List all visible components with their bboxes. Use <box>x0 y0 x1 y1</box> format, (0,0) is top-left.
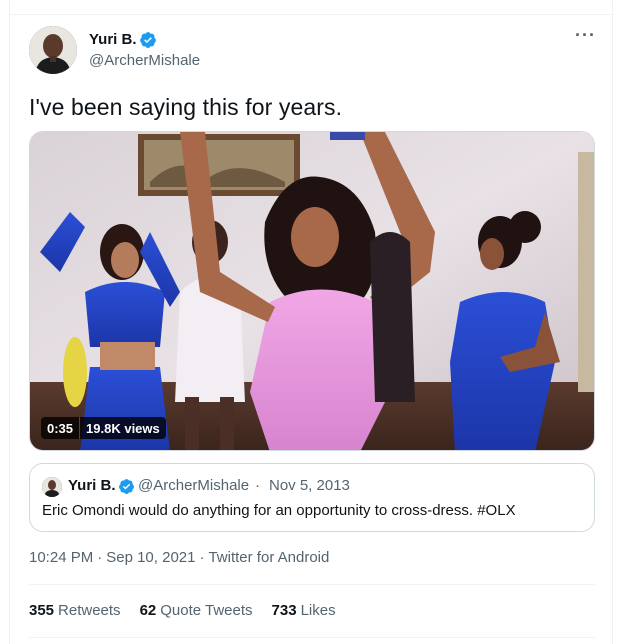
quoted-author-handle: @ArcherMishale <box>138 477 250 494</box>
meta-dot-1: · <box>97 549 103 566</box>
likes-stat[interactable]: 733 Likes <box>272 602 336 619</box>
quote-tweets-label: Quote Tweets <box>160 602 253 619</box>
engagement-stats: 355 Retweets 62 Quote Tweets 733 Likes <box>29 602 336 619</box>
video-thumbnail <box>30 132 594 450</box>
tweet-date[interactable]: Sep 10, 2021 <box>106 549 195 566</box>
quoted-separator-dot: · <box>255 477 260 494</box>
tweet-text: I've been saying this for years. <box>29 94 343 120</box>
likes-label: Likes <box>300 602 336 619</box>
video-views: 19.8K views <box>86 420 160 436</box>
quoted-author-avatar <box>42 477 62 497</box>
meta-divider <box>29 584 595 585</box>
verified-badge-icon <box>140 32 156 48</box>
quoted-author-name: Yuri B. <box>68 477 116 494</box>
top-divider <box>10 14 614 15</box>
author-avatar[interactable] <box>29 26 77 74</box>
author-handle[interactable]: @ArcherMishale <box>89 52 200 69</box>
quoted-date[interactable]: Nov 5, 2013 <box>269 477 350 494</box>
quoted-text: Eric Omondi would do anything for an opp… <box>42 502 516 519</box>
tweet-card: Yuri B. @ArcherMishale ··· I've been say… <box>9 0 614 644</box>
likes-count: 733 <box>271 602 297 619</box>
retweets-stat[interactable]: 355 Retweets <box>29 602 121 619</box>
avatar-image <box>29 26 77 74</box>
tweet-time[interactable]: 10:24 PM <box>29 549 93 566</box>
retweets-count: 355 <box>29 602 55 619</box>
quoted-avatar-image <box>42 477 62 497</box>
meta-dot-2: · <box>199 549 205 566</box>
quote-tweets-count: 62 <box>139 602 157 619</box>
video-duration: 0:35 <box>47 420 74 436</box>
verified-badge-icon <box>119 479 134 494</box>
video-stats-badge: 0:35 19.8K views <box>41 417 166 439</box>
quoted-tweet[interactable]: Yuri B. @ArcherMishale · Nov 5, 2013 Eri… <box>29 463 595 532</box>
more-options-icon[interactable]: ··· <box>575 26 597 48</box>
retweets-label: Retweets <box>58 602 121 619</box>
quote-tweets-stat[interactable]: 62 Quote Tweets <box>140 602 253 619</box>
video-media[interactable]: 0:35 19.8K views <box>29 131 595 451</box>
badge-divider <box>79 417 81 439</box>
tweet-source[interactable]: Twitter for Android <box>208 549 329 566</box>
stats-divider <box>29 637 595 638</box>
tweet-metadata: 10:24 PM · Sep 10, 2021 · Twitter for An… <box>29 549 329 566</box>
author-display-name[interactable]: Yuri B. <box>89 31 137 48</box>
